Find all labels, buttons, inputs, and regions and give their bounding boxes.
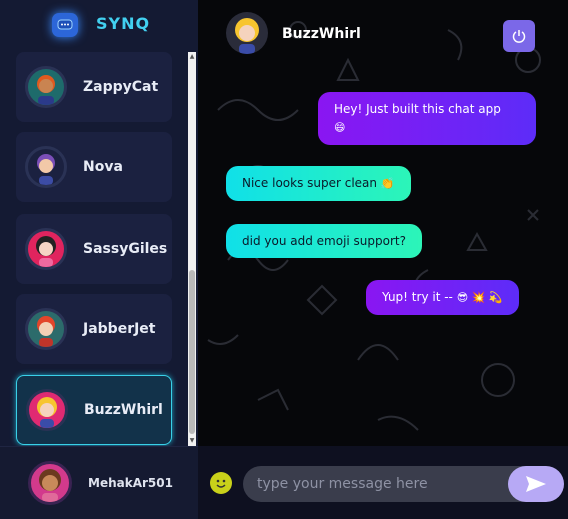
smiley-icon[interactable] — [210, 472, 232, 494]
contact-name: ZappyCat — [83, 79, 159, 95]
contact-item-buzzwhirl[interactable]: BuzzWhirl — [16, 375, 172, 445]
sidebar: SYNQ ZappyCat Nova SassyGiles JabberJet — [0, 0, 198, 519]
contact-item-sassygiles[interactable]: SassyGiles — [16, 214, 172, 284]
contact-name: BuzzWhirl — [84, 402, 163, 418]
chat-header: BuzzWhirl — [198, 0, 568, 72]
scroll-up-icon[interactable]: ▲ — [188, 52, 196, 62]
chat-bubble-icon — [52, 13, 78, 37]
contact-name: JabberJet — [83, 321, 156, 337]
message-emoji: 😄 — [334, 121, 346, 134]
message-incoming: Nice looks super clean 👏 — [226, 166, 411, 201]
brand: SYNQ — [0, 0, 198, 52]
scroll-thumb[interactable] — [189, 270, 195, 434]
contact-name: SassyGiles — [83, 241, 168, 257]
send-button[interactable] — [508, 466, 564, 502]
contact-list: ZappyCat Nova SassyGiles JabberJet BuzzW… — [0, 52, 198, 446]
current-user-name: MehakAr501 — [88, 476, 173, 490]
message-text: did you add emoji support? — [242, 234, 406, 248]
brand-name: SYNQ — [96, 14, 151, 33]
current-user: MehakAr501 — [0, 446, 198, 519]
message-text: Hey! Just built this chat app — [334, 102, 501, 116]
chat-panel: BuzzWhirl Hey! Just built this chat app … — [198, 0, 568, 519]
avatar — [28, 461, 72, 505]
contact-item-nova[interactable]: Nova — [16, 132, 172, 202]
contact-item-zappycat[interactable]: ZappyCat — [16, 52, 172, 122]
message-text: Yup! try it -- — [382, 290, 453, 304]
avatar — [25, 66, 67, 108]
send-icon — [526, 476, 546, 492]
power-icon — [512, 30, 526, 43]
message-input[interactable] — [243, 466, 543, 502]
contact-name: Nova — [83, 159, 123, 175]
avatar — [25, 228, 67, 270]
contact-item-jabberjet[interactable]: JabberJet — [16, 294, 172, 364]
message-composer — [198, 446, 568, 519]
avatar — [226, 12, 268, 54]
avatar — [25, 308, 67, 350]
message-incoming: did you add emoji support? — [226, 224, 422, 258]
message-emoji: 😎 💥 💫 — [456, 291, 503, 304]
avatar — [26, 389, 68, 431]
message-text: Nice looks super clean — [242, 176, 378, 190]
message-outgoing: Yup! try it -- 😎 💥 💫 — [366, 280, 519, 315]
avatar — [25, 146, 67, 188]
message-emoji: 👏 — [380, 177, 395, 190]
message-outgoing: Hey! Just built this chat app 😄 — [318, 92, 536, 145]
chat-title: BuzzWhirl — [282, 26, 361, 42]
sidebar-scrollbar[interactable]: ▲ ▼ — [188, 52, 196, 446]
logout-button[interactable] — [503, 20, 535, 52]
scroll-down-icon[interactable]: ▼ — [188, 436, 196, 446]
